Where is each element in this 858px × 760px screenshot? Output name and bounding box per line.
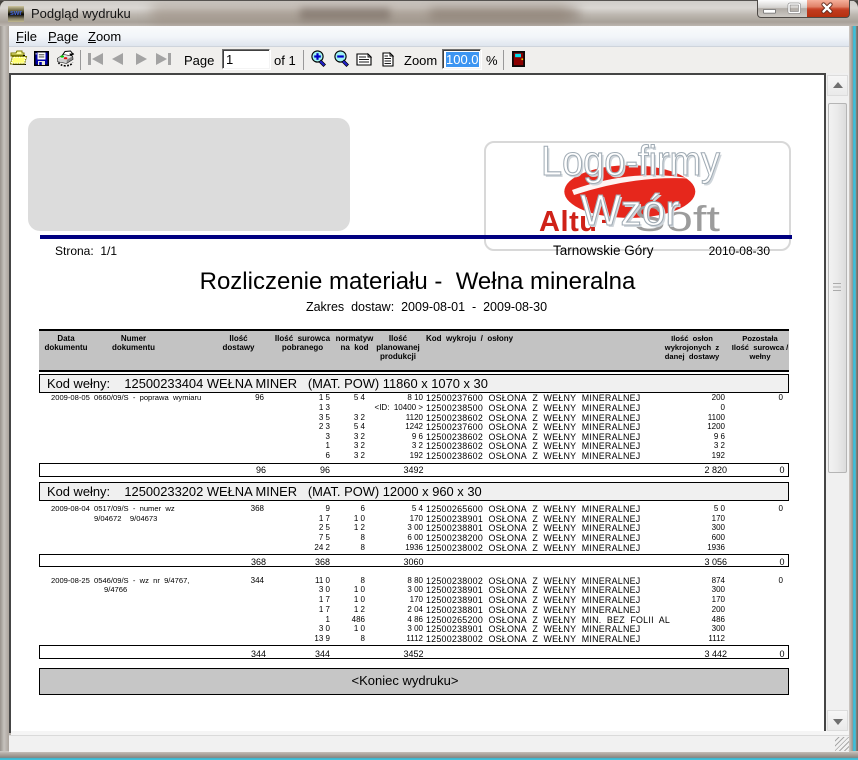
svg-text:Wzór: Wzór <box>581 186 680 235</box>
svg-text:Logo-firmy: Logo-firmy <box>541 141 720 184</box>
